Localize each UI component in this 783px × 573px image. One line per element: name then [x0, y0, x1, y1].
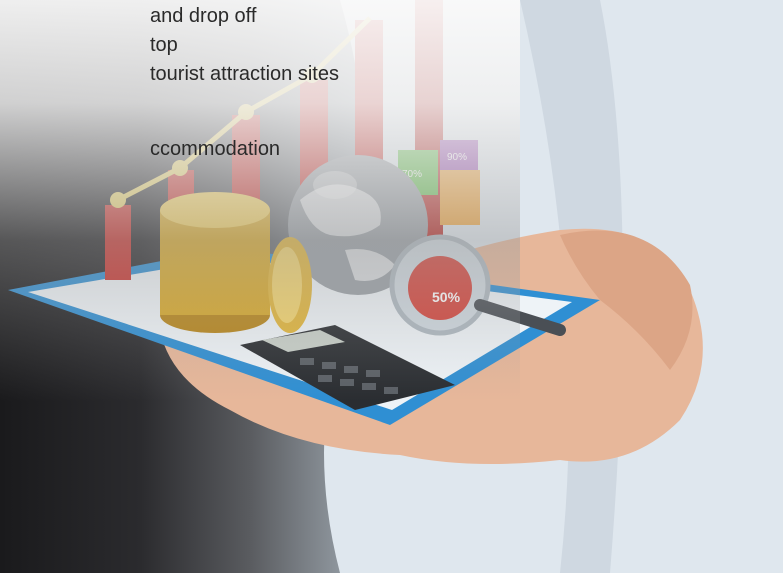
overlay-line: ccommodation — [150, 138, 281, 160]
glass-badge: 50% — [432, 289, 461, 305]
orange-cube — [440, 170, 480, 225]
bar-badge-1: 90% — [447, 152, 467, 163]
magnifier-pie — [408, 256, 472, 320]
trend-point — [110, 192, 126, 208]
photo-scene: 90% 70% 50% and drop off top tourist att… — [0, 0, 783, 573]
bar-1 — [105, 205, 131, 280]
coin-standing-face — [272, 247, 302, 323]
overlay-line: top — [150, 34, 178, 56]
globe-highlight — [313, 171, 357, 199]
coin-stack — [160, 192, 270, 228]
overlay-line: and drop off — [150, 5, 257, 27]
overlay-text-list: and drop off top tourist attraction site… — [0, 2, 339, 164]
overlay-line: tourist attraction sites — [150, 63, 339, 85]
overlay-line — [0, 89, 339, 118]
